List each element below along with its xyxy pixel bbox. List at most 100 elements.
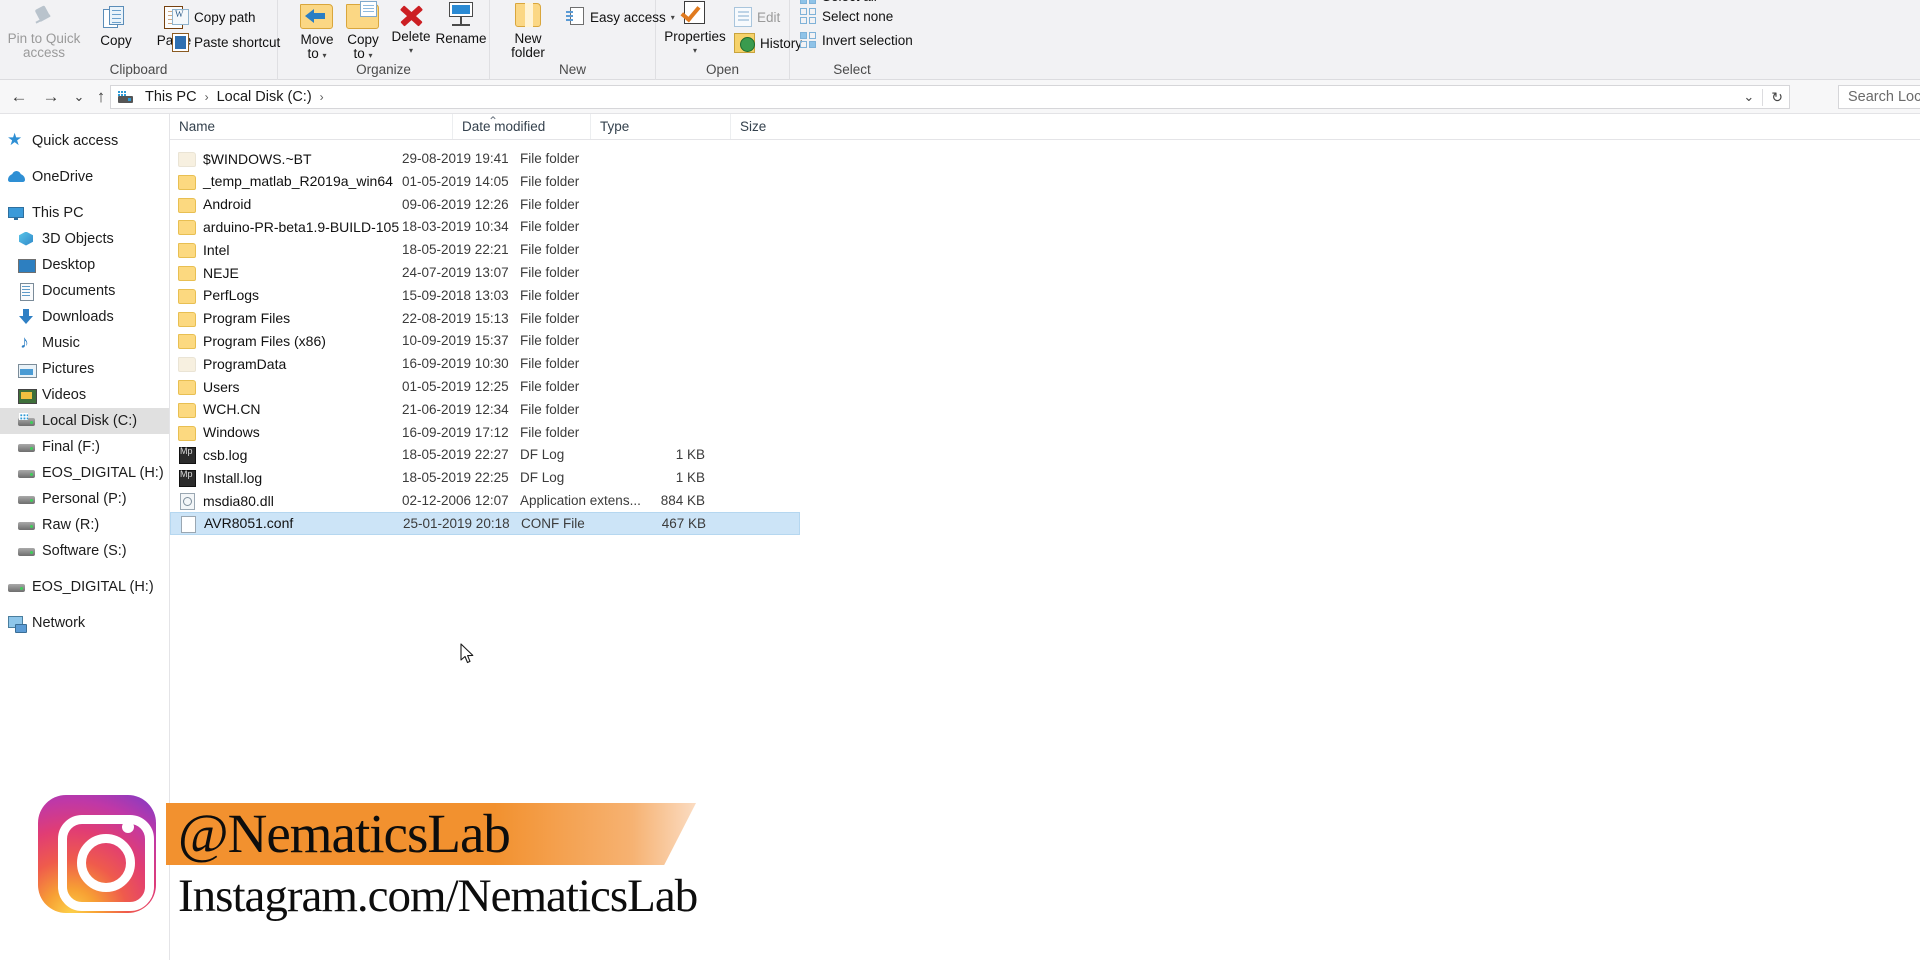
properties-icon: [681, 0, 709, 28]
address-dropdown-icon[interactable]: ⌄: [1743, 89, 1754, 105]
table-row[interactable]: _temp_matlab_R2019a_win6401-05-2019 14:0…: [170, 170, 800, 193]
file-date-cell: 16-09-2019 10:30: [402, 356, 509, 371]
sidebar-item-raw-r[interactable]: Raw (R:): [0, 512, 169, 538]
file-date-cell: 01-05-2019 12:25: [402, 379, 509, 394]
column-header-row: Name ⌃ Date modified Type Size: [170, 114, 1920, 140]
sidebar-item-downloads[interactable]: Downloads: [0, 304, 169, 330]
network-icon: [8, 615, 25, 632]
table-row[interactable]: Intel18-05-2019 22:21File folder: [170, 238, 800, 261]
table-row[interactable]: PerfLogs15-09-2018 13:03File folder: [170, 284, 800, 307]
pin-to-quick-access-button[interactable]: Pin to Quick access: [4, 6, 84, 60]
sidebar-item-quick-access[interactable]: Quick access: [0, 128, 169, 154]
breadcrumb-local-disk-c[interactable]: Local Disk (C:): [212, 88, 317, 106]
table-row[interactable]: $WINDOWS.~BT29-08-2019 19:41File folder: [170, 147, 800, 170]
file-type-cell: File folder: [520, 333, 579, 348]
folder-hidden-icon: [178, 151, 195, 166]
up-button[interactable]: ↑: [90, 86, 112, 108]
table-row[interactable]: AVR8051.conf25-01-2019 20:18CONF File467…: [170, 512, 800, 535]
folder-icon: [178, 242, 195, 257]
ribbon-group-open: Properties ▾ Edit History Open: [656, 0, 790, 80]
properties-dropdown-caret-icon[interactable]: ▾: [660, 44, 730, 58]
table-row[interactable]: WCH.CN21-06-2019 12:34File folder: [170, 398, 800, 421]
sidebar-label-downloads: Downloads: [42, 309, 114, 325]
select-none-button[interactable]: Select none: [800, 8, 893, 25]
file-name-label: ProgramData: [203, 356, 286, 372]
drive-icon: [18, 439, 35, 456]
sidebar-item-videos[interactable]: Videos: [0, 382, 169, 408]
file-size-cell: 1 KB: [625, 470, 705, 485]
sidebar-item-final-f[interactable]: Final (F:): [0, 434, 169, 460]
table-row[interactable]: arduino-PR-beta1.9-BUILD-10518-03-2019 1…: [170, 215, 800, 238]
sidebar-item-eos-digital-h[interactable]: EOS_DIGITAL (H:): [0, 460, 169, 486]
search-input[interactable]: Search Local: [1838, 85, 1920, 109]
sidebar-item-desktop[interactable]: Desktop: [0, 252, 169, 278]
new-folder-label-line2: folder: [498, 46, 558, 60]
log-file-icon: [178, 470, 195, 485]
sidebar-item-pictures[interactable]: Pictures: [0, 356, 169, 382]
invert-selection-button[interactable]: Invert selection: [800, 32, 913, 49]
table-row[interactable]: ProgramData16-09-2019 10:30File folder: [170, 352, 800, 375]
file-date-cell: 18-03-2019 10:34: [402, 219, 509, 234]
breadcrumb-separator-trailing-icon: ›: [319, 90, 325, 104]
column-header-name[interactable]: Name: [170, 114, 452, 139]
new-folder-label-line1: New: [498, 32, 558, 46]
desktop-icon: [18, 257, 35, 274]
file-name-cell: msdia80.dll: [178, 493, 274, 509]
table-row[interactable]: Users01-05-2019 12:25File folder: [170, 375, 800, 398]
sidebar-item-music[interactable]: Music: [0, 330, 169, 356]
column-header-type[interactable]: Type: [590, 114, 730, 139]
copy-button[interactable]: Copy: [88, 6, 144, 48]
table-row[interactable]: Install.log18-05-2019 22:25DF Log1 KB: [170, 466, 800, 489]
file-name-label: _temp_matlab_R2019a_win64: [203, 173, 393, 189]
paste-shortcut-button[interactable]: Paste shortcut: [172, 33, 280, 52]
cloud-icon: [8, 169, 25, 186]
table-row[interactable]: Windows16-09-2019 17:12File folder: [170, 421, 800, 444]
file-name-cell: $WINDOWS.~BT: [178, 151, 312, 167]
sidebar-item-local-disk-c[interactable]: Local Disk (C:): [0, 408, 169, 434]
file-date-cell: 18-05-2019 22:27: [402, 447, 509, 462]
sidebar-item-documents[interactable]: Documents: [0, 278, 169, 304]
properties-button[interactable]: Properties ▾: [660, 0, 730, 58]
copy-path-button[interactable]: Copy path: [172, 9, 256, 25]
ribbon-group-label-select: Select: [790, 62, 914, 77]
sidebar-item-network[interactable]: Network: [0, 610, 169, 636]
edit-label: Edit: [757, 10, 780, 25]
edit-button[interactable]: Edit: [734, 7, 780, 27]
sidebar-item-3d-objects[interactable]: 3D Objects: [0, 226, 169, 252]
sidebar-item-this-pc[interactable]: This PC: [0, 200, 169, 226]
ribbon-group-clipboard: Pin to Quick access Copy Paste Copy path…: [0, 0, 278, 80]
file-name-cell: _temp_matlab_R2019a_win64: [178, 173, 393, 189]
table-row[interactable]: NEJE24-07-2019 13:07File folder: [170, 261, 800, 284]
address-bar: ← → ⌄ ↑ This PC › Local Disk (C:) › ⌄ ↻ …: [0, 80, 1920, 114]
table-row[interactable]: csb.log18-05-2019 22:27DF Log1 KB: [170, 443, 800, 466]
file-name-label: Program Files (x86): [203, 333, 326, 349]
table-row[interactable]: msdia80.dll02-12-2006 12:07Application e…: [170, 489, 800, 512]
delete-dropdown-caret-icon[interactable]: ▾: [382, 44, 440, 58]
address-path-field[interactable]: This PC › Local Disk (C:) › ⌄ ↻: [110, 85, 1790, 109]
recent-locations-button[interactable]: ⌄: [68, 86, 90, 108]
sidebar-item-software-s[interactable]: Software (S:): [0, 538, 169, 564]
select-all-button[interactable]: Select all: [800, 0, 877, 5]
sidebar-label-pictures: Pictures: [42, 361, 94, 377]
sidebar-item-onedrive[interactable]: OneDrive: [0, 164, 169, 190]
refresh-icon[interactable]: ↻: [1762, 89, 1783, 106]
ribbon-group-label-organize: Organize: [278, 62, 489, 77]
folder-hidden-icon: [178, 356, 195, 371]
column-header-date-modified[interactable]: Date modified: [452, 114, 590, 139]
file-type-cell: File folder: [520, 219, 579, 234]
breadcrumb-this-pc[interactable]: This PC: [140, 88, 202, 106]
sidebar-item-eos-digital-h-root[interactable]: EOS_DIGITAL (H:): [0, 574, 169, 600]
folder-icon: [178, 174, 195, 189]
table-row[interactable]: Android09-06-2019 12:26File folder: [170, 193, 800, 216]
rename-button[interactable]: Rename: [430, 2, 492, 46]
forward-button[interactable]: →: [40, 86, 62, 108]
new-folder-button[interactable]: New folder: [498, 0, 558, 60]
table-row[interactable]: Program Files (x86)10-09-2019 15:37File …: [170, 329, 800, 352]
back-button[interactable]: ←: [8, 86, 30, 108]
table-row[interactable]: Program Files22-08-2019 15:13File folder: [170, 307, 800, 330]
sidebar-item-personal-p[interactable]: Personal (P:): [0, 486, 169, 512]
select-all-icon: [800, 0, 817, 5]
column-header-size[interactable]: Size: [730, 114, 830, 139]
select-all-label: Select all: [822, 0, 877, 4]
sidebar-label-quick-access: Quick access: [32, 133, 118, 149]
